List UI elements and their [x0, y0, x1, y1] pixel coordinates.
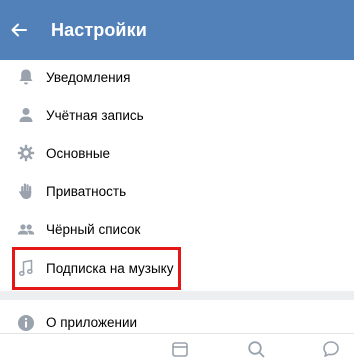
bottom-tab-bar	[0, 333, 354, 360]
hand-icon	[17, 182, 35, 200]
menu-item-label: Приватность	[46, 183, 127, 199]
back-button[interactable]	[0, 0, 38, 60]
tab-calendar[interactable]	[170, 339, 190, 359]
user-icon	[17, 106, 35, 124]
menu-item-label: Учётная запись	[46, 107, 144, 123]
menu-item-label: Основные	[46, 145, 111, 161]
menu-item-music-subscription[interactable]: Подписка на музыку	[0, 249, 354, 287]
bell-icon	[17, 68, 35, 86]
app-header: Настройки	[0, 0, 354, 60]
music-note-icon	[17, 259, 35, 277]
calendar-icon	[172, 342, 188, 357]
section-divider	[0, 291, 354, 300]
menu-item-blacklist[interactable]: Чёрный список	[0, 210, 354, 248]
arrow-left-icon	[11, 23, 27, 37]
gear-icon	[17, 144, 35, 162]
chat-bubble-icon	[323, 341, 339, 357]
menu-item-general[interactable]: Основные	[0, 134, 354, 172]
search-icon	[248, 341, 265, 358]
tab-messages[interactable]	[321, 339, 341, 359]
menu-item-label: Подписка на музыку	[46, 260, 174, 276]
users-icon	[17, 220, 35, 238]
info-icon	[17, 314, 35, 332]
page-title: Настройки	[51, 19, 147, 40]
menu-item-label: Уведомления	[46, 69, 131, 85]
menu-item-notifications[interactable]: Уведомления	[0, 58, 354, 96]
menu-item-label: О приложении	[46, 315, 138, 330]
tab-search[interactable]	[246, 339, 266, 359]
menu-item-privacy[interactable]: Приватность	[0, 172, 354, 210]
menu-item-label: Чёрный список	[46, 221, 141, 237]
menu-item-account[interactable]: Учётная запись	[0, 96, 354, 134]
